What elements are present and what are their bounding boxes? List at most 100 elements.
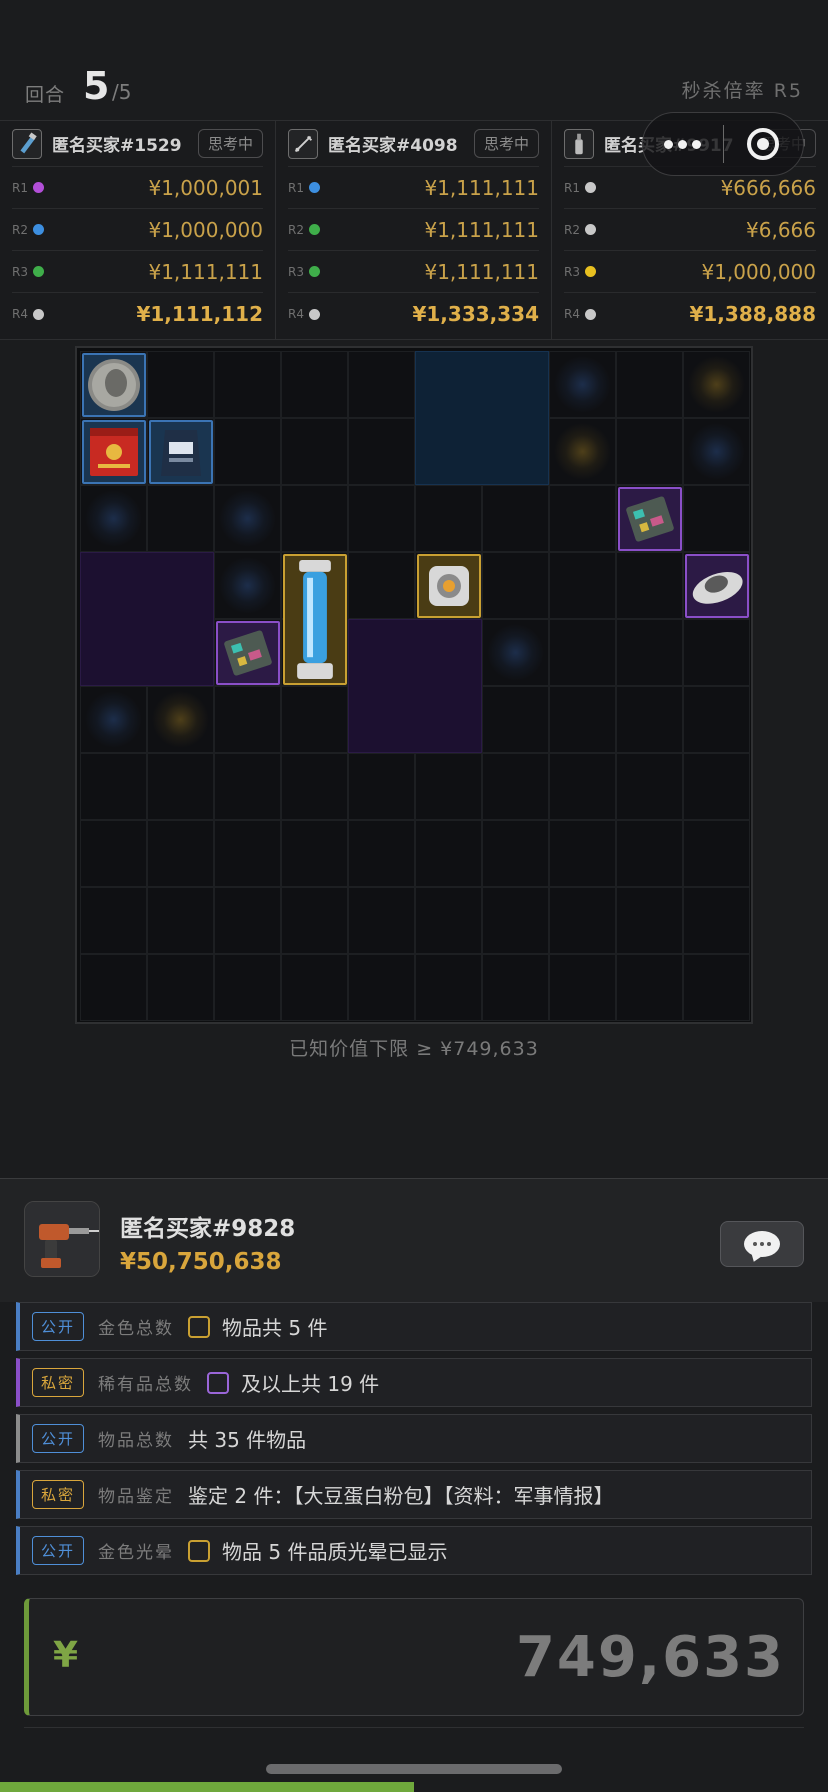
bid-input[interactable]: ¥ 749,633: [24, 1598, 804, 1716]
tea-tin-item[interactable]: [82, 420, 146, 484]
grid-cell: [348, 418, 415, 485]
grid-cell: [281, 351, 348, 418]
grid-cell: [549, 820, 616, 887]
grid-area: [80, 351, 750, 1021]
chat-button[interactable]: [720, 1221, 804, 1267]
more-icon[interactable]: [643, 113, 723, 175]
known-value-floor: 已知价值下限 ≥ ¥749,633: [289, 1038, 539, 1060]
progress-bar: [0, 1782, 828, 1792]
quality-glow[interactable]: [549, 418, 616, 485]
quality-glow[interactable]: [549, 351, 616, 418]
bid-value[interactable]: 749,633: [516, 1625, 785, 1690]
close-target-icon[interactable]: [724, 113, 804, 175]
bid-amount: ¥1,388,888: [689, 302, 816, 326]
bid-round-label: R3: [564, 264, 580, 279]
circuit-board-item[interactable]: [618, 487, 682, 551]
grid-cell: [482, 753, 549, 820]
bid-quality-dot: [33, 308, 44, 320]
liquid-tube-icon: [285, 556, 345, 683]
grid-cell: [616, 552, 683, 619]
chat-bubble-icon: [744, 1231, 780, 1257]
grid-cell: [616, 619, 683, 686]
bidder-header: 匿名买家#1529 思考中: [12, 121, 263, 167]
divider: [24, 1727, 804, 1728]
grid-cell: [281, 418, 348, 485]
grid-cell: [549, 686, 616, 753]
grid-cell: [683, 820, 750, 887]
bid-row: R2 ¥1,000,000: [12, 209, 263, 251]
bid-quality-dot: [309, 182, 320, 193]
coffee-bag-item[interactable]: [149, 420, 213, 484]
quality-glow[interactable]: [214, 485, 281, 552]
bid-quality-dot: [585, 266, 596, 277]
hidden-item-zone[interactable]: [415, 351, 549, 485]
clue-row: 私密 稀有品总数 及以上共 19 件: [16, 1358, 812, 1407]
quality-glow[interactable]: [147, 686, 214, 753]
bid-amount: ¥6,666: [746, 217, 816, 242]
clue-text: 物品 5 件品质光晕已显示: [222, 1540, 448, 1564]
coin-item[interactable]: [82, 353, 146, 417]
home-indicator[interactable]: [266, 1764, 562, 1774]
progress-fill: [0, 1782, 414, 1792]
quality-glow[interactable]: [214, 552, 281, 619]
player-name: 匿名买家#9828: [120, 1216, 296, 1242]
clue-visibility-tag: 私密: [32, 1368, 85, 1397]
flashlight-icon: [12, 128, 42, 159]
item-grid: [75, 346, 753, 1024]
quality-glow[interactable]: [80, 485, 147, 552]
grid-cell: [549, 954, 616, 1021]
bid-row: R4 ¥1,333,334: [288, 293, 539, 335]
hidden-item-zone[interactable]: [80, 552, 214, 686]
quality-glow[interactable]: [482, 619, 549, 686]
grid-cell: [214, 887, 281, 954]
coin-icon: [84, 355, 144, 415]
circuit-board-item-2[interactable]: [216, 621, 280, 685]
player-panel: 匿名买家#9828 ¥50,750,638: [0, 1178, 828, 1302]
grid-cell: [482, 686, 549, 753]
quality-glow[interactable]: [80, 686, 147, 753]
quality-glow[interactable]: [683, 418, 750, 485]
grid-cell: [147, 485, 214, 552]
clue-text: 物品共 5 件: [222, 1316, 328, 1340]
grid-cell: [281, 820, 348, 887]
bid-row: R4 ¥1,388,888: [564, 293, 816, 335]
grid-cell: [616, 954, 683, 1021]
grid-cell: [214, 686, 281, 753]
clue-type: 金色光晕: [98, 1543, 175, 1563]
grid-cell: [415, 954, 482, 1021]
bid-amount: ¥1,000,000: [701, 259, 816, 284]
bid-round-label: R2: [288, 222, 304, 237]
grid-cell: [683, 753, 750, 820]
grid-cell: [281, 686, 348, 753]
bid-quality-dot: [585, 224, 596, 235]
clue-text: 共 35 件物品: [188, 1428, 307, 1452]
grid-cell: [415, 887, 482, 954]
bid-amount: ¥1,333,334: [412, 302, 539, 326]
bid-quality-dot: [33, 266, 44, 277]
bid-round-label: R3: [288, 264, 304, 279]
hidden-item-zone[interactable]: [348, 619, 482, 753]
bid-amount: ¥1,000,000: [148, 217, 263, 242]
bidder-header: 匿名买家#4098 思考中: [288, 121, 539, 167]
bid-quality-dot: [33, 182, 44, 193]
ufo-item[interactable]: [685, 554, 749, 618]
grid-cell: [80, 820, 147, 887]
grid-cell: [683, 686, 750, 753]
grid-cell: [147, 351, 214, 418]
bid-round-label: R1: [12, 180, 28, 195]
liquid-tube-item[interactable]: [283, 554, 347, 685]
round-bar: 回合 5 /5 秒杀倍率 R5: [0, 0, 828, 120]
clue-type: 物品鉴定: [98, 1487, 175, 1507]
ufo-icon: [687, 556, 747, 616]
grid-cell: [482, 820, 549, 887]
grid-cell: [348, 954, 415, 1021]
clue-text: 及以上共 19 件: [241, 1372, 380, 1396]
grid-cell: [147, 887, 214, 954]
bid-amount: ¥1,111,111: [424, 175, 539, 200]
bid-amount: ¥1,111,112: [136, 302, 263, 326]
grid-cell: [616, 351, 683, 418]
grid-cell: [80, 887, 147, 954]
bid-quality-dot: [309, 224, 320, 235]
cube-item[interactable]: [417, 554, 481, 618]
quality-glow[interactable]: [683, 351, 750, 418]
